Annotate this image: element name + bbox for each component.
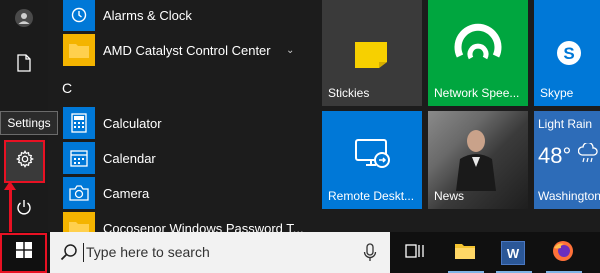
documents-button[interactable] [0, 45, 48, 85]
start-button-highlight [0, 233, 47, 273]
task-view-button[interactable] [402, 240, 428, 266]
power-icon [16, 199, 32, 220]
app-list: Alarms & Clock AMD Catalyst Control Cent… [48, 0, 310, 232]
remote-desktop-icon [354, 138, 392, 175]
weather-temperature: 48° [538, 143, 572, 168]
weather-location: Washington [538, 189, 600, 203]
camera-icon [63, 177, 95, 209]
gear-icon [15, 150, 34, 173]
calendar-icon [63, 142, 95, 174]
weather-condition: Light Rain [538, 117, 593, 131]
list-item-cocosenor[interactable]: Cocosenor Windows Password T... [48, 210, 310, 232]
user-account-button[interactable] [0, 0, 48, 40]
tile-label: Remote Deskt... [328, 189, 415, 203]
news-photo [454, 127, 498, 191]
text-cursor [83, 243, 84, 262]
app-label: Camera [103, 185, 150, 201]
tile-label: Skype [540, 86, 574, 100]
search-icon [60, 243, 78, 266]
skype-icon: S [554, 38, 584, 73]
tile-label: Stickies [328, 86, 370, 100]
power-button[interactable] [0, 189, 48, 229]
chevron-down-icon[interactable]: ⌄ [286, 45, 294, 56]
app-label: Calendar [103, 150, 156, 166]
list-item-camera[interactable]: Camera [48, 175, 310, 211]
speedometer-icon [452, 18, 504, 75]
app-label: Alarms & Clock [103, 7, 192, 23]
tile-network-speed[interactable]: Network Spee... [428, 0, 528, 106]
search-placeholder: Type here to search [86, 244, 210, 260]
folder-icon [63, 34, 95, 66]
tile-label: News [434, 189, 465, 203]
word-icon: W [501, 241, 525, 265]
sticky-note-icon [353, 40, 389, 75]
tile-remote-desktop[interactable]: Remote Deskt... [322, 111, 422, 209]
tile-grid: Stickies Network Spee... S Skype Remote … [322, 0, 600, 232]
document-icon [17, 53, 31, 77]
list-item-amd-catalyst[interactable]: AMD Catalyst Control Center ⌄ [48, 32, 310, 68]
app-label: Calculator [103, 115, 162, 131]
folder-icon [63, 212, 95, 232]
task-view-icon [405, 242, 425, 265]
tile-label: Network Spee... [434, 86, 520, 100]
file-explorer-button[interactable] [452, 240, 478, 266]
microphone-icon[interactable] [363, 243, 377, 268]
settings-button[interactable] [4, 140, 45, 183]
app-label: Cocosenor Windows Password T... [103, 220, 304, 233]
settings-tooltip: Settings [0, 111, 58, 135]
annotation-arrow-line [9, 186, 12, 232]
rain-cloud-icon [577, 141, 598, 170]
svg-text:S: S [563, 44, 574, 63]
list-item-calculator[interactable]: Calculator [48, 105, 310, 141]
user-avatar-icon [15, 8, 33, 32]
section-letter[interactable]: C [62, 80, 72, 96]
taskbar: Type here to search W [0, 232, 600, 273]
tile-skype[interactable]: S Skype [534, 0, 600, 106]
search-box[interactable]: Type here to search [50, 232, 390, 273]
tile-weather[interactable]: Light Rain 48° Washington [534, 111, 600, 209]
alarm-clock-icon [63, 0, 95, 31]
firefox-icon [552, 240, 574, 267]
list-item-alarms-clock[interactable]: Alarms & Clock [48, 0, 310, 33]
list-item-calendar[interactable]: Calendar [48, 140, 310, 176]
tile-stickies[interactable]: Stickies [322, 0, 422, 106]
file-explorer-icon [454, 242, 476, 265]
app-label: AMD Catalyst Control Center [103, 42, 271, 58]
tile-news[interactable]: News [428, 111, 528, 209]
firefox-button[interactable] [550, 240, 576, 266]
calculator-icon [63, 107, 95, 139]
word-button[interactable]: W [500, 240, 526, 266]
